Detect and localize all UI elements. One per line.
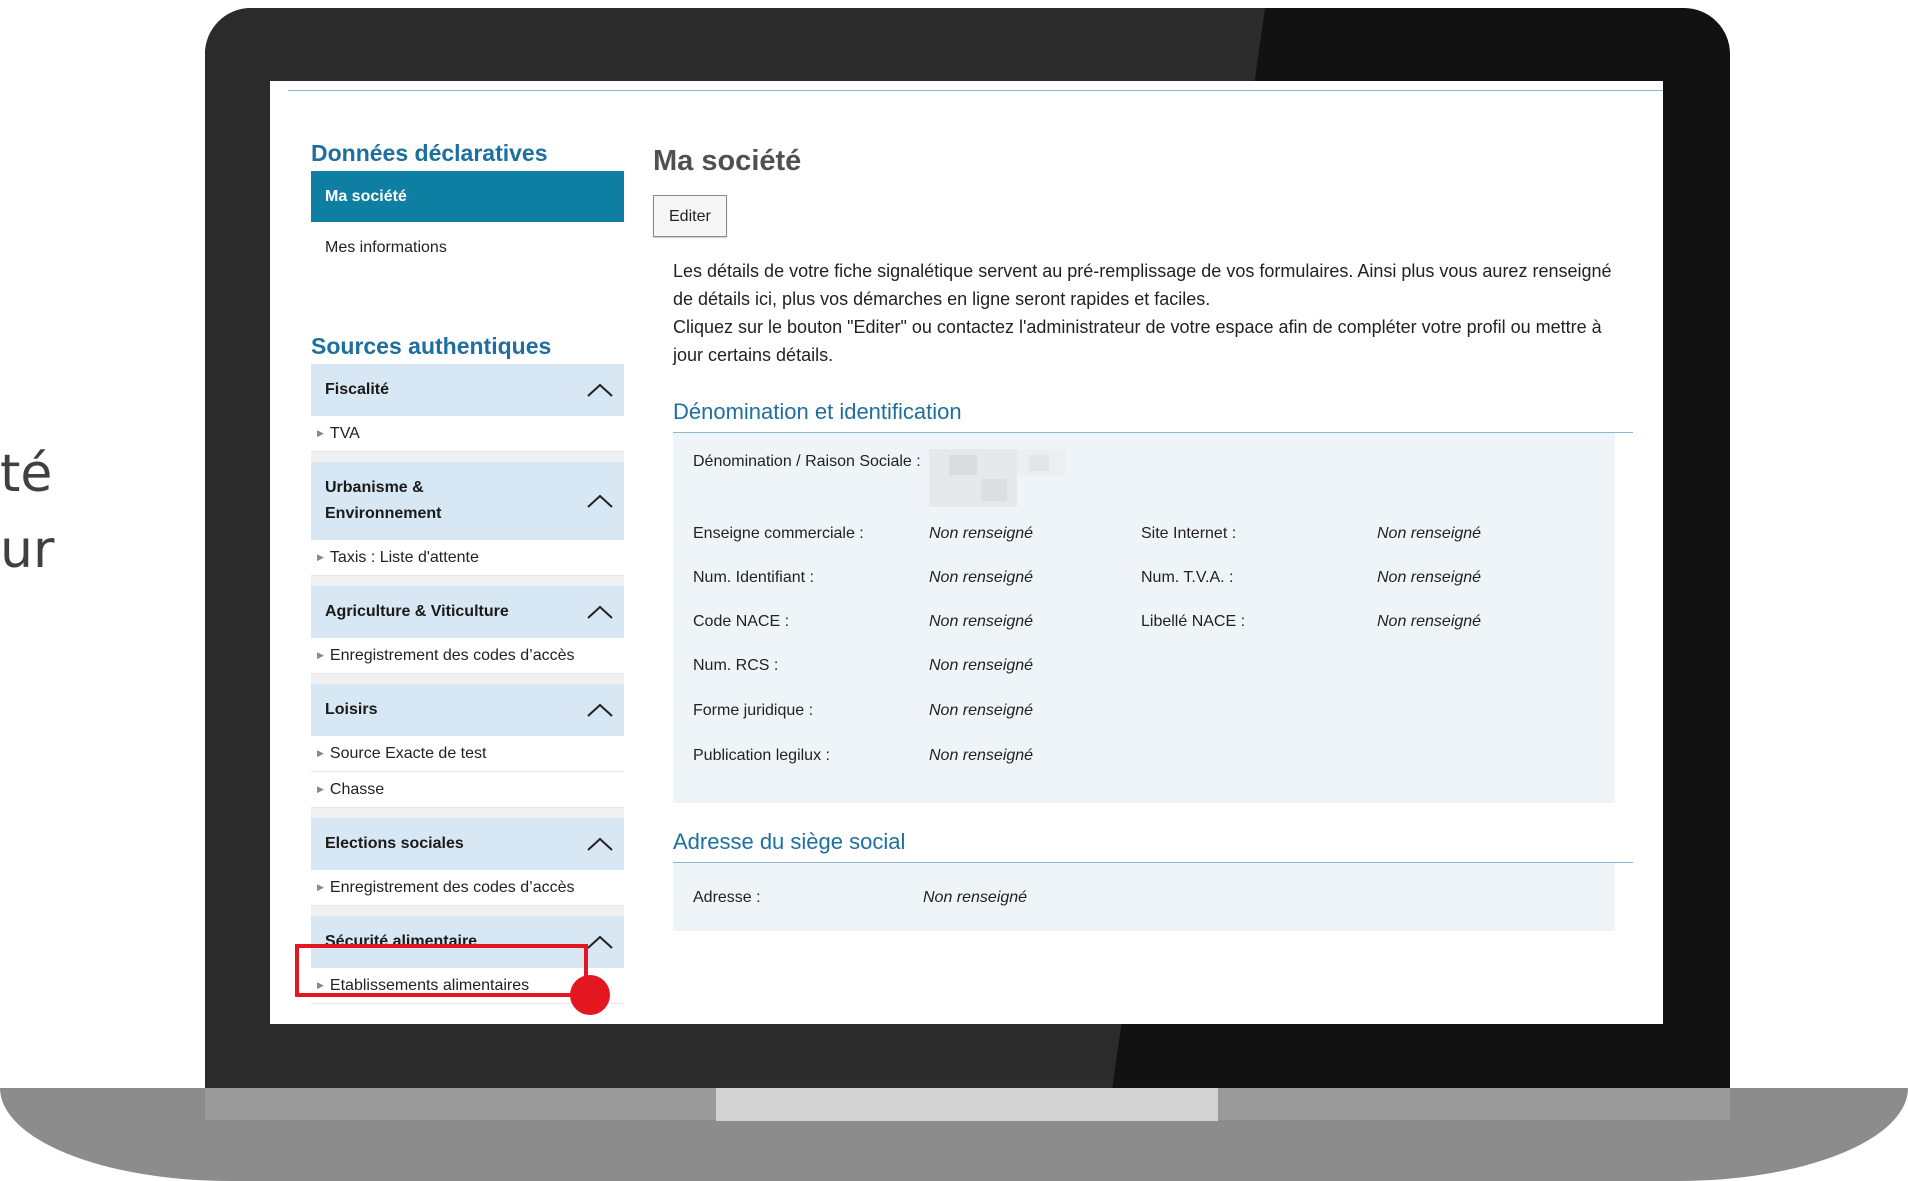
section-title-sources: Sources authentiques	[311, 333, 552, 359]
screen: Données déclaratives Ma société Mes info…	[270, 81, 1663, 1024]
section-title-declaratives: Données déclaratives	[311, 140, 548, 166]
chevron-up-icon[interactable]	[586, 934, 614, 950]
triangle-right-icon: ▶	[317, 882, 324, 892]
category-agriculture[interactable]: Agriculture & Viticulture	[311, 586, 624, 638]
denomination-value-redacted	[929, 449, 1065, 507]
intro-paragraph-2: Cliquez sur le bouton "Editer" ou contac…	[673, 317, 1602, 365]
edge-text-line2: ur	[0, 520, 55, 580]
denomination-label: Dénomination / Raison Sociale :	[693, 453, 921, 470]
chevron-up-icon[interactable]	[586, 493, 614, 509]
edge-text-line1: té	[0, 444, 53, 504]
address-panel: Adresse : Non renseigné	[673, 863, 1615, 931]
edit-button[interactable]: Editer	[653, 195, 727, 237]
chevron-up-icon[interactable]	[586, 382, 614, 398]
triangle-right-icon: ▶	[317, 650, 324, 660]
category-label: Elections sociales	[325, 835, 464, 852]
sub-item-tva[interactable]: ▶ TVA	[311, 416, 624, 452]
info-row-identifiant: Num. Identifiant : Non renseigné Num. T.…	[693, 569, 1482, 586]
info-row-rcs: Num. RCS : Non renseigné	[693, 657, 1034, 674]
highlight-box	[295, 944, 588, 997]
info-row-adresse: Adresse : Non renseigné	[693, 889, 1028, 906]
sub-item-source-exacte[interactable]: ▶ Source Exacte de test	[311, 736, 624, 772]
category-loisirs[interactable]: Loisirs	[311, 684, 624, 736]
page-title: Ma société	[653, 145, 802, 177]
sub-item-chasse[interactable]: ▶ Chasse	[311, 772, 624, 808]
click-indicator-dot	[570, 975, 610, 1015]
intro-text: Les détails de votre fiche signalétique …	[673, 257, 1633, 369]
triangle-right-icon: ▶	[317, 552, 324, 562]
category-label: Urbanisme & Environnement	[325, 479, 442, 522]
chevron-up-icon[interactable]	[586, 836, 614, 852]
identification-panel: Dénomination / Raison Sociale : Enseigne…	[673, 433, 1615, 803]
laptop-hinge	[716, 1088, 1218, 1121]
sub-item-taxis[interactable]: ▶ Taxis : Liste d'attente	[311, 540, 624, 576]
info-row-legilux: Publication legilux : Non renseigné	[693, 747, 1034, 764]
chevron-up-icon[interactable]	[586, 604, 614, 620]
intro-paragraph-1: Les détails de votre fiche signalétique …	[673, 261, 1612, 309]
category-label: Fiscalité	[325, 381, 390, 398]
sub-item-codes-acces-2[interactable]: ▶ Enregistrement des codes d’accès	[311, 870, 624, 906]
sidebar: Données déclaratives Ma société Mes info…	[311, 139, 624, 1004]
main-content: Ma société Editer Les détails de votre f…	[653, 141, 1633, 931]
sidebar-item-ma-societe[interactable]: Ma société	[311, 171, 624, 222]
info-row-forme-juridique: Forme juridique : Non renseigné	[693, 702, 1034, 719]
category-label: Loisirs	[325, 701, 378, 718]
category-fiscalite[interactable]: Fiscalité	[311, 364, 624, 416]
info-row-nace: Code NACE : Non renseigné Libellé NACE :…	[693, 613, 1482, 630]
address-title: Adresse du siège social	[673, 827, 1633, 863]
triangle-right-icon: ▶	[317, 784, 324, 794]
chevron-up-icon[interactable]	[586, 702, 614, 718]
identification-title: Dénomination et identification	[673, 397, 1633, 433]
info-row-enseigne: Enseigne commerciale : Non renseigné Sit…	[693, 525, 1482, 542]
triangle-right-icon: ▶	[317, 428, 324, 438]
sub-item-codes-acces[interactable]: ▶ Enregistrement des codes d’accès	[311, 638, 624, 674]
category-urbanisme[interactable]: Urbanisme & Environnement	[311, 462, 624, 540]
triangle-right-icon: ▶	[317, 748, 324, 758]
sidebar-item-mes-informations[interactable]: Mes informations	[311, 222, 624, 274]
category-label: Agriculture & Viticulture	[325, 603, 509, 620]
category-elections[interactable]: Elections sociales	[311, 818, 624, 870]
